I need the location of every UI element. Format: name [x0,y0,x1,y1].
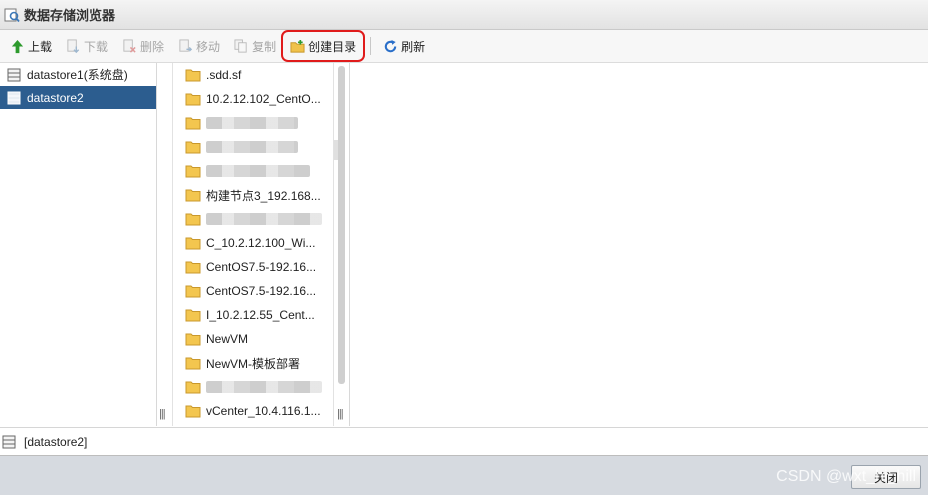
folder-icon [185,93,201,106]
folder-icon [185,285,201,298]
status-bar: [datastore2] [0,427,928,456]
folder-icon [185,333,201,346]
redacted-folder-name [206,165,310,177]
folder-item[interactable]: 10.2.12.102_CentO... [173,87,333,111]
upload-label: 上载 [28,39,53,54]
datastore-item-datastore2[interactable]: datastore2 [0,86,156,109]
new-folder-icon [290,39,305,53]
folder-name: CentOS7.5-192.16... [206,260,317,274]
copy-label: 复制 [252,39,277,54]
move-button[interactable]: 移动 [174,35,224,57]
redacted-folder-name [206,117,298,129]
dialog-footer: 关闭 CSDN @wxt_hi_hill [0,456,928,495]
datastore-browser-icon [4,8,20,22]
folder-icon [185,69,201,82]
folder-name: vCenter_10.4.116.1... [206,404,321,418]
copy-button[interactable]: 复制 [230,35,280,57]
toolbar-separator [370,37,372,55]
folder-icon [185,189,201,202]
folder-icon [185,309,201,322]
folder-name: NewVM [206,332,249,346]
watermark-text: CSDN @wxt_hi_hill [776,468,916,485]
folder-icon [185,237,201,250]
redacted-folder-name [206,381,322,393]
folder-icon [185,405,201,418]
folder-icon [185,261,201,274]
delete-button[interactable]: 删除 [118,35,168,57]
create-directory-label: 创建目录 [308,39,357,54]
folder-list-scrollbar[interactable] [338,66,345,384]
folder-name: NewVM-模板部署 [206,356,301,371]
copy-icon [234,38,247,53]
delete-label: 删除 [140,39,165,54]
folder-item[interactable]: 构建节点3_192.168... [173,183,333,207]
folder-item[interactable]: CentOS7.5-192.16... [173,255,333,279]
folder-name: C_10.2.12.100_Wi... [206,236,316,250]
datastore-item-label: datastore2 [27,90,84,105]
left-pane-resize-grip[interactable]: ||| [159,408,166,420]
folder-item[interactable]: CentOS7.5-192.16... [173,279,333,303]
folder-item[interactable] [173,159,333,183]
delete-icon [123,38,136,53]
folder-icon [185,213,201,226]
redacted-folder-name [206,213,322,225]
folder-item[interactable]: NewVM-模板部署 [173,351,333,375]
folder-name: 10.2.12.102_CentO... [206,92,321,106]
folder-icon [185,117,201,130]
mid-pane-resize-grip[interactable]: ||| [337,408,344,420]
refresh-icon [384,39,397,52]
datastore-icon [7,91,21,104]
move-label: 移动 [196,39,221,54]
folder-name: .sdd.sf [206,68,242,82]
folder-name: CentOS7.5-192.16... [206,284,317,298]
folder-icon [185,165,201,178]
folder-item[interactable]: NewVM [173,327,333,351]
current-path: [datastore2] [24,434,88,449]
download-button[interactable]: 下载 [62,35,112,57]
create-directory-button[interactable]: 创建目录 [281,30,366,62]
datastore-list: datastore1(系统盘) datastore2 [0,63,157,426]
folder-list: .sdd.sf 10.2.12.102_CentO... 构建节点3_192.168… [172,63,334,426]
folder-item[interactable]: .sdd.sf [173,63,333,87]
folder-item[interactable] [173,207,333,231]
window-titlebar: 数据存储浏览器 [0,0,928,30]
move-icon [179,38,193,52]
refresh-label: 刷新 [401,39,426,54]
folder-icon [185,141,201,154]
datastore-icon [2,435,16,448]
window-title: 数据存储浏览器 [24,8,116,23]
folder-item[interactable] [173,111,333,135]
folder-item[interactable] [173,135,333,159]
file-contents-pane [349,63,928,426]
download-icon [67,38,80,53]
folder-item[interactable] [173,375,333,399]
datastore-item-datastore1[interactable]: datastore1(系统盘) [0,63,156,86]
folder-icon [185,357,201,370]
upload-icon [11,39,24,53]
toolbar: 上载 下载 删除 移动 复制 创建目录 刷新 [0,30,928,63]
datastore-item-label: datastore1(系统盘) [27,68,128,82]
folder-icon [185,381,201,394]
folder-item[interactable]: I_10.2.12.55_Cent... [173,303,333,327]
folder-name: 构建节点3_192.168... [206,188,321,203]
download-label: 下载 [84,39,109,54]
redacted-folder-name [206,141,298,153]
datastore-icon [7,68,21,81]
folder-name: I_10.2.12.55_Cent... [206,308,315,322]
folder-item[interactable]: C_10.2.12.100_Wi... [173,231,333,255]
refresh-button[interactable]: 刷新 [379,35,429,57]
upload-button[interactable]: 上载 [6,35,56,57]
folder-item[interactable]: vCenter_10.4.116.1... [173,399,333,423]
